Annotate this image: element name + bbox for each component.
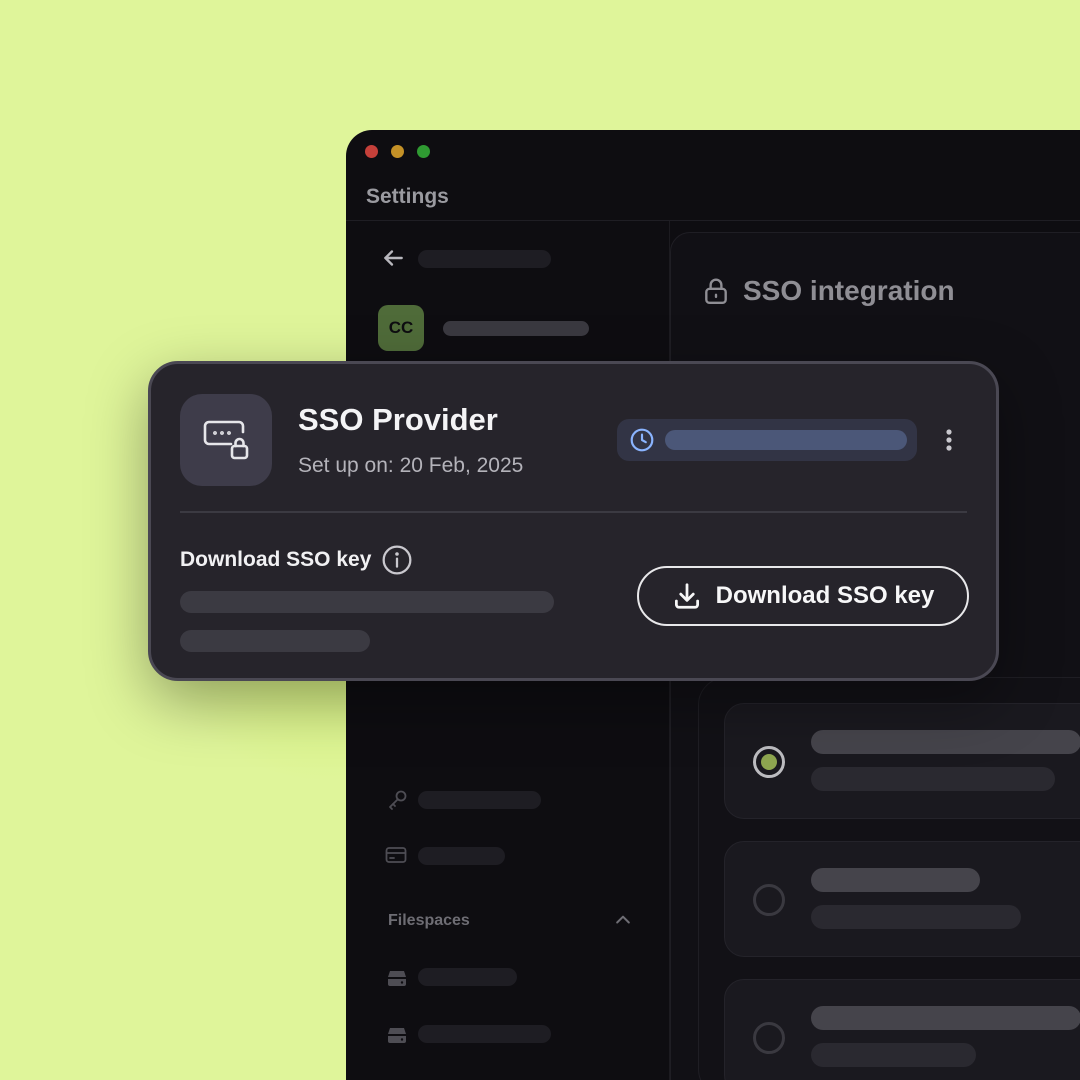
download-sso-key-button[interactable]: Download SSO key (637, 566, 969, 626)
option-subtitle-placeholder (811, 1043, 976, 1067)
option-title-placeholder (811, 868, 980, 892)
more-options-icon[interactable] (937, 426, 961, 454)
sso-provider-card: SSO Provider Set up on: 20 Feb, 2025 Dow… (148, 361, 999, 681)
download-sso-key-label: Download SSO key (180, 548, 372, 571)
credit-card-icon (385, 847, 407, 863)
option-subtitle-placeholder (811, 905, 1021, 929)
option-card-selected[interactable] (724, 703, 1080, 819)
avatar[interactable]: CC (378, 305, 424, 351)
clock-icon (630, 428, 654, 452)
page-title-text: SSO integration (743, 275, 955, 306)
drive-icon (388, 1028, 406, 1043)
drive-icon (388, 971, 406, 986)
option-card[interactable] (724, 841, 1080, 957)
minimize-window-button[interactable] (391, 145, 404, 158)
download-sso-key-heading: Download SSO key (180, 544, 413, 576)
sidebar-item-placeholder[interactable] (418, 791, 541, 809)
status-text-placeholder (665, 430, 907, 450)
sso-key-lock-icon (180, 394, 272, 486)
filespaces-section-label: Filespaces (388, 912, 470, 929)
maximize-window-button[interactable] (417, 145, 430, 158)
back-label-placeholder (418, 250, 551, 268)
download-icon (674, 583, 699, 609)
window-title: Settings (366, 185, 449, 208)
info-icon[interactable] (381, 544, 413, 576)
page-title: SSO integration (703, 275, 955, 307)
filespace-item-placeholder[interactable] (418, 968, 517, 986)
download-button-label: Download SSO key (715, 582, 935, 609)
sidebar-item-placeholder[interactable] (418, 847, 505, 865)
option-card[interactable] (724, 979, 1080, 1080)
chevron-up-icon[interactable] (613, 910, 633, 930)
setup-date: Set up on: 20 Feb, 2025 (298, 454, 524, 477)
close-window-button[interactable] (365, 145, 378, 158)
provider-name: SSO Provider (298, 402, 498, 437)
lock-icon (705, 278, 727, 305)
filespace-item-placeholder[interactable] (418, 1025, 551, 1043)
card-divider (180, 511, 967, 513)
workspace-name-placeholder (443, 321, 589, 336)
key-icon (389, 790, 407, 810)
window-controls (365, 145, 430, 158)
status-badge (617, 419, 917, 461)
option-title-placeholder (811, 730, 1080, 754)
radio-selected[interactable] (753, 746, 785, 778)
back-arrow-icon[interactable] (380, 245, 406, 271)
description-placeholder (180, 630, 370, 652)
radio-unselected[interactable] (753, 884, 785, 916)
radio-unselected[interactable] (753, 1022, 785, 1054)
option-subtitle-placeholder (811, 767, 1055, 791)
description-placeholder (180, 591, 554, 613)
option-title-placeholder (811, 1006, 1080, 1030)
